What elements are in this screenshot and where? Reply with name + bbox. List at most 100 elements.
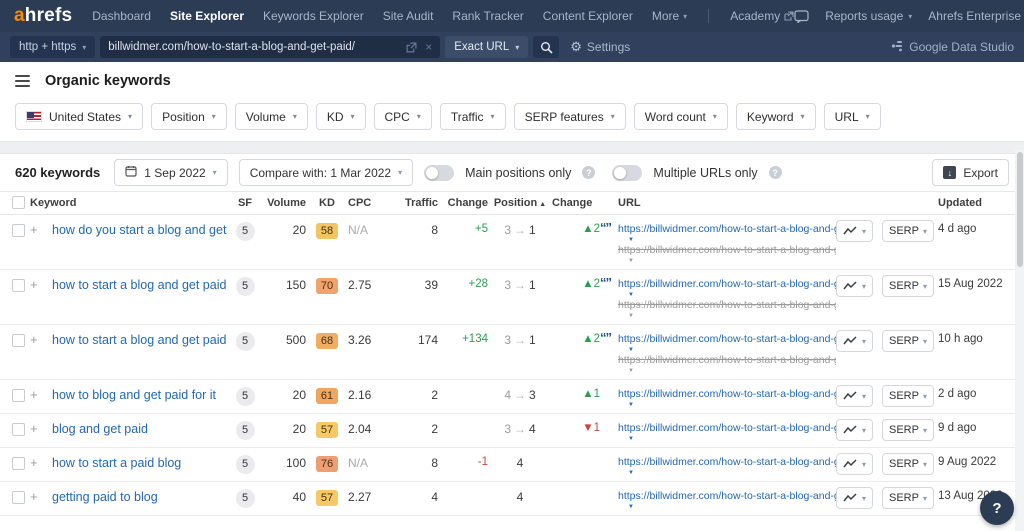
keyword-link[interactable]: blog and get paid <box>52 422 230 436</box>
google-data-studio-link[interactable]: Google Data Studio <box>891 40 1014 55</box>
country-filter[interactable]: United States ▾ <box>15 103 144 130</box>
add-to-list-icon[interactable]: + <box>30 332 38 347</box>
position-history-chart-button[interactable]: ▾ <box>836 330 874 352</box>
previous-url-link[interactable]: https://billwidmer.com/how-to-start-a-bl… <box>618 354 836 367</box>
result-url-link[interactable]: https://billwidmer.com/how-to-start-a-bl… <box>618 333 836 346</box>
result-url-link[interactable]: https://billwidmer.com/how-to-start-a-bl… <box>618 422 836 435</box>
result-url-link[interactable]: https://billwidmer.com/how-to-start-a-bl… <box>618 490 836 503</box>
multiple-urls-toggle[interactable] <box>612 164 643 181</box>
col-kd[interactable]: KD <box>306 197 348 209</box>
nav-academy[interactable]: Academy <box>730 9 794 23</box>
expand-previous-url-icon[interactable]: ▼ <box>628 312 836 320</box>
keyword-link[interactable]: how to start a paid blog <box>52 456 230 470</box>
nav-site-explorer[interactable]: Site Explorer <box>170 9 244 23</box>
result-url-link[interactable]: https://billwidmer.com/how-to-start-a-bl… <box>618 223 836 236</box>
expand-url-icon[interactable]: ▼ <box>628 236 836 244</box>
result-url-link[interactable]: https://billwidmer.com/how-to-start-a-bl… <box>618 278 836 291</box>
serp-button[interactable]: SERP ▾ <box>882 419 934 441</box>
settings-button[interactable]: ⚙ Settings <box>570 39 630 55</box>
menu-icon[interactable] <box>15 72 30 90</box>
date-picker-button[interactable]: 1 Sep 2022 ▾ <box>114 159 228 186</box>
previous-url-link[interactable]: https://billwidmer.com/how-to-start-a-bl… <box>618 299 836 312</box>
filter-url[interactable]: URL ▾ <box>823 103 881 130</box>
position-history-chart-button[interactable]: ▾ <box>836 487 874 509</box>
expand-url-icon[interactable]: ▼ <box>628 291 836 299</box>
filter-cpc[interactable]: CPC ▾ <box>373 103 432 130</box>
filter-keyword[interactable]: Keyword ▾ <box>735 103 816 130</box>
position-history-chart-button[interactable]: ▾ <box>836 419 874 441</box>
col-volume[interactable]: Volume <box>260 197 306 209</box>
filter-traffic[interactable]: Traffic ▾ <box>439 103 506 130</box>
row-checkbox[interactable] <box>12 389 25 402</box>
col-updated[interactable]: Updated <box>938 197 1012 209</box>
expand-previous-url-icon[interactable]: ▼ <box>628 367 836 375</box>
row-checkbox[interactable] <box>12 224 25 237</box>
keyword-link[interactable]: how to blog and get paid for it <box>52 388 230 402</box>
serp-button[interactable]: SERP ▾ <box>882 487 934 509</box>
enterprise-menu[interactable]: Ahrefs Enterprise▾ <box>928 9 1024 23</box>
add-to-list-icon[interactable]: + <box>30 277 38 292</box>
row-checkbox[interactable] <box>12 279 25 292</box>
scrollbar-thumb[interactable] <box>1016 152 1023 267</box>
add-to-list-icon[interactable]: + <box>30 455 38 470</box>
main-positions-toggle[interactable] <box>424 164 455 181</box>
ahrefs-logo[interactable]: ahrefs <box>14 5 72 27</box>
serp-button[interactable]: SERP ▾ <box>882 385 934 407</box>
expand-url-icon[interactable]: ▼ <box>628 435 836 443</box>
reports-usage-menu[interactable]: Reports usage ▾ <box>825 9 912 23</box>
compare-date-button[interactable]: Compare with: 1 Mar 2022 ▾ <box>238 159 414 186</box>
add-to-list-icon[interactable]: + <box>30 387 38 402</box>
previous-url-link[interactable]: https://billwidmer.com/how-to-start-a-bl… <box>618 244 836 257</box>
row-checkbox[interactable] <box>12 423 25 436</box>
filter-volume[interactable]: Volume ▾ <box>234 103 308 130</box>
row-checkbox[interactable] <box>12 457 25 470</box>
expand-previous-url-icon[interactable]: ▼ <box>628 257 836 265</box>
multiple-urls-hint-icon[interactable]: ? <box>768 166 782 179</box>
position-history-chart-button[interactable]: ▾ <box>836 453 874 475</box>
serp-button[interactable]: SERP ▾ <box>882 275 934 297</box>
expand-url-icon[interactable]: ▼ <box>628 346 836 354</box>
clear-input-icon[interactable]: × <box>425 40 432 54</box>
target-url-input[interactable]: billwidmer.com/how-to-start-a-blog-and-g… <box>100 36 441 58</box>
add-to-list-icon[interactable]: + <box>30 421 38 436</box>
col-keyword[interactable]: Keyword <box>30 197 230 209</box>
nav-keywords-explorer[interactable]: Keywords Explorer <box>263 9 364 23</box>
result-url-link[interactable]: https://billwidmer.com/how-to-start-a-bl… <box>618 388 836 401</box>
col-position[interactable]: Position ▲ <box>488 197 552 209</box>
row-checkbox[interactable] <box>12 334 25 347</box>
expand-url-icon[interactable]: ▼ <box>628 401 836 409</box>
result-url-link[interactable]: https://billwidmer.com/how-to-start-a-bl… <box>618 456 836 469</box>
nav-site-audit[interactable]: Site Audit <box>383 9 434 23</box>
nav-more[interactable]: More ▾ <box>652 9 687 23</box>
col-url[interactable]: URL <box>600 197 836 209</box>
keyword-link[interactable]: how do you start a blog and get paid for… <box>52 223 230 237</box>
position-history-chart-button[interactable]: ▾ <box>836 385 874 407</box>
serp-button[interactable]: SERP ▾ <box>882 220 934 242</box>
serp-button[interactable]: SERP ▾ <box>882 453 934 475</box>
add-to-list-icon[interactable]: + <box>30 222 38 237</box>
main-positions-hint-icon[interactable]: ? <box>582 166 596 179</box>
nav-content-explorer[interactable]: Content Explorer <box>543 9 633 23</box>
search-mode-dropdown[interactable]: Exact URL ▾ <box>445 36 529 58</box>
filter-word-count[interactable]: Word count ▾ <box>633 103 728 130</box>
expand-url-icon[interactable]: ▼ <box>628 469 836 477</box>
col-cpc[interactable]: CPC <box>348 197 394 209</box>
search-button[interactable] <box>533 36 560 58</box>
expand-url-icon[interactable]: ▼ <box>628 503 836 511</box>
keyword-link[interactable]: how to start a blog and get paid for it <box>52 278 230 292</box>
add-to-list-icon[interactable]: + <box>30 489 38 504</box>
select-all-checkbox[interactable] <box>12 195 25 209</box>
position-history-chart-button[interactable]: ▾ <box>836 275 874 297</box>
nav-dashboard[interactable]: Dashboard <box>92 9 151 23</box>
row-checkbox[interactable] <box>12 491 25 504</box>
col-change[interactable]: Change <box>438 197 488 209</box>
help-button[interactable]: ? <box>980 491 1014 525</box>
col-sf[interactable]: SF <box>230 197 260 209</box>
keyword-link[interactable]: getting paid to blog <box>52 490 230 504</box>
filter-serp-features[interactable]: SERP features ▾ <box>513 103 626 130</box>
filter-position[interactable]: Position ▾ <box>151 103 227 130</box>
nav-rank-tracker[interactable]: Rank Tracker <box>452 9 523 23</box>
position-history-chart-button[interactable]: ▾ <box>836 220 874 242</box>
export-button[interactable]: ↓ Export <box>932 159 1009 186</box>
serp-button[interactable]: SERP ▾ <box>882 330 934 352</box>
